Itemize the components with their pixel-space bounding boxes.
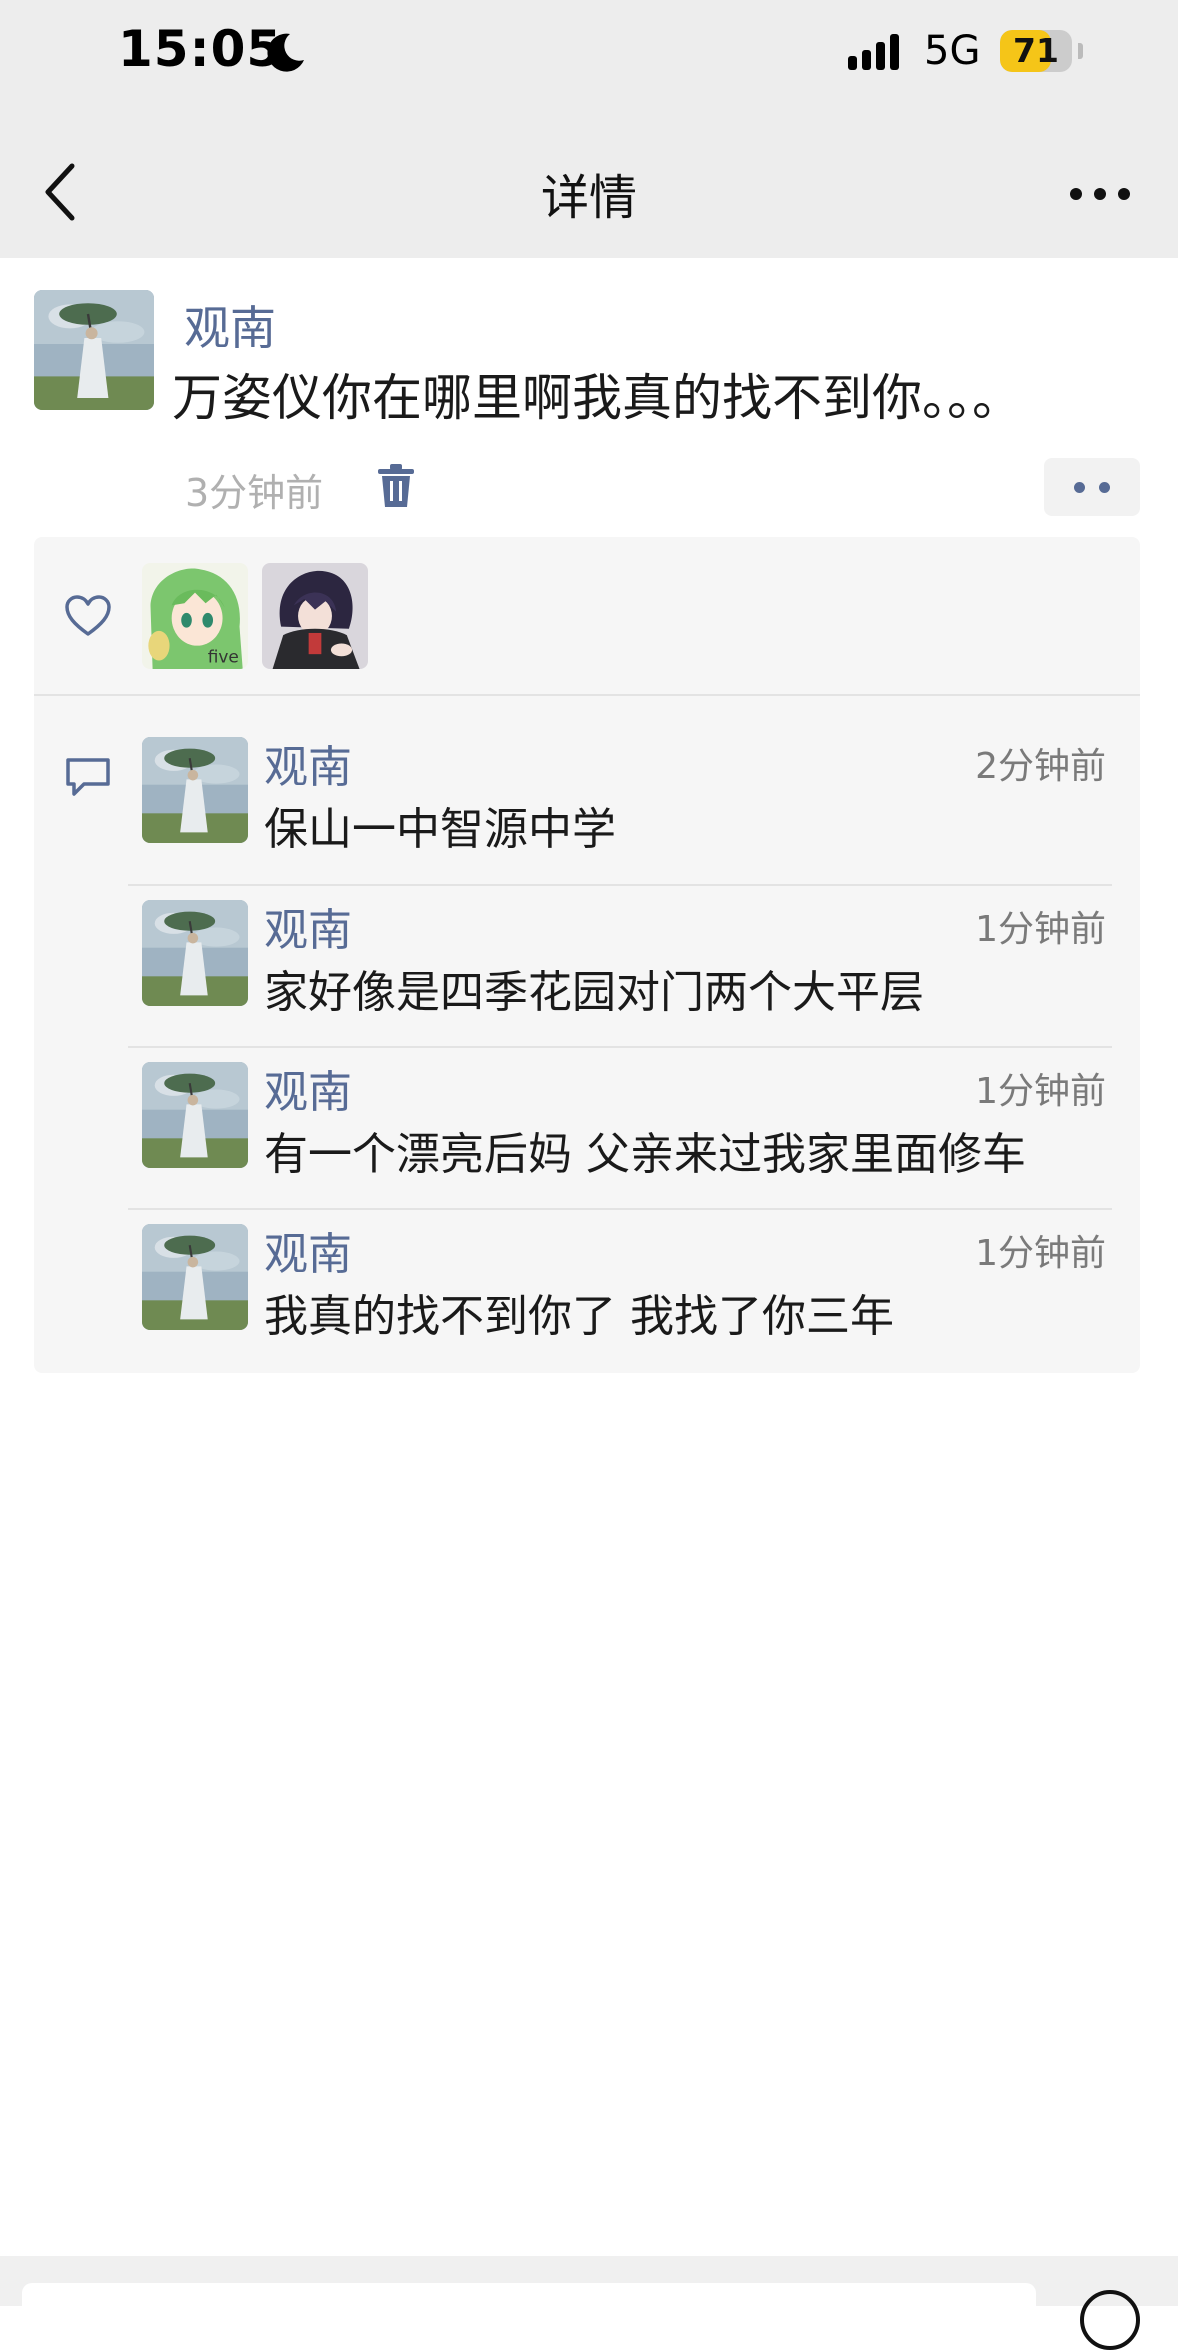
avatar-caption: five <box>208 647 239 667</box>
comment-text: 有一个漂亮后妈 父亲来过我家里面修车 <box>264 1129 1026 1180</box>
heart-icon <box>65 595 111 636</box>
page-title: 详情 <box>540 170 637 226</box>
like-user-avatar[interactable] <box>262 563 368 669</box>
more-dot <box>1094 188 1106 200</box>
post-author-avatar[interactable] <box>34 290 154 410</box>
battery-tip <box>1078 43 1083 59</box>
comment-time: 1分钟前 <box>975 909 1106 950</box>
painting-avatar-image <box>142 737 248 843</box>
more-button[interactable] <box>1060 170 1140 214</box>
painting-avatar-image <box>142 900 248 1006</box>
comment-time: 1分钟前 <box>975 1233 1106 1274</box>
comment-item[interactable]: 观南 1分钟前 我真的找不到你了 我找了你三年 <box>128 1224 1128 1386</box>
trash-icon[interactable] <box>376 463 416 509</box>
painting-avatar-image <box>142 1062 248 1168</box>
post-author-name[interactable]: 观南 <box>184 292 276 358</box>
commenter-avatar[interactable] <box>142 900 248 1006</box>
panel-divider <box>34 694 1140 696</box>
painting-avatar-image <box>34 290 154 410</box>
commenter-avatar[interactable] <box>142 1062 248 1168</box>
emoji-button[interactable] <box>1080 2290 1140 2350</box>
post-text: 万姿仪你在哪里啊我真的找不到你。。。 <box>172 369 1022 427</box>
comment-item[interactable]: 观南 2分钟前 保山一中智源中学 <box>128 737 1128 899</box>
comment-divider <box>128 1208 1112 1210</box>
more-dot <box>1118 188 1130 200</box>
comment-text: 家好像是四季花园对门两个大平层 <box>264 967 924 1018</box>
comment-item[interactable]: 观南 1分钟前 有一个漂亮后妈 父亲来过我家里面修车 <box>128 1062 1128 1224</box>
painting-avatar-image <box>142 1224 248 1330</box>
commenter-avatar[interactable] <box>142 737 248 843</box>
commenter-name[interactable]: 观南 <box>264 894 352 958</box>
comment-text: 我真的找不到你了 我找了你三年 <box>264 1291 894 1342</box>
comment-item[interactable]: 观南 1分钟前 家好像是四季花园对门两个大平层 <box>128 900 1128 1062</box>
network-type: 5G <box>924 28 981 74</box>
anime-green-hair-image: five <box>142 563 248 669</box>
action-dot <box>1074 482 1085 493</box>
like-user-avatar[interactable]: five <box>142 563 248 669</box>
comment-text: 保山一中智源中学 <box>264 804 616 855</box>
action-dot <box>1099 482 1110 493</box>
comment-divider <box>128 884 1112 886</box>
post-time: 3分钟前 <box>185 471 324 515</box>
commenter-name[interactable]: 观南 <box>264 731 352 795</box>
commenter-avatar[interactable] <box>142 1224 248 1330</box>
battery-indicator: 71 <box>1000 30 1072 72</box>
status-time: 15:05 <box>118 20 283 78</box>
signal-icon <box>848 34 899 70</box>
comment-action-button[interactable] <box>1044 458 1140 516</box>
comment-divider <box>128 1046 1112 1048</box>
comment-input[interactable] <box>22 2283 1036 2323</box>
moon-icon <box>267 33 304 72</box>
top-bar: 15:05 5G 71 详情 <box>0 0 1178 258</box>
battery-percent: 71 <box>1013 31 1059 70</box>
commenter-name[interactable]: 观南 <box>264 1056 352 1120</box>
anime-dark-hair-image <box>262 563 368 669</box>
commenter-name[interactable]: 观南 <box>264 1218 352 1282</box>
more-dot <box>1070 188 1082 200</box>
comment-time: 1分钟前 <box>975 1071 1106 1112</box>
comment-time: 2分钟前 <box>975 746 1106 787</box>
comment-icon <box>66 758 110 796</box>
